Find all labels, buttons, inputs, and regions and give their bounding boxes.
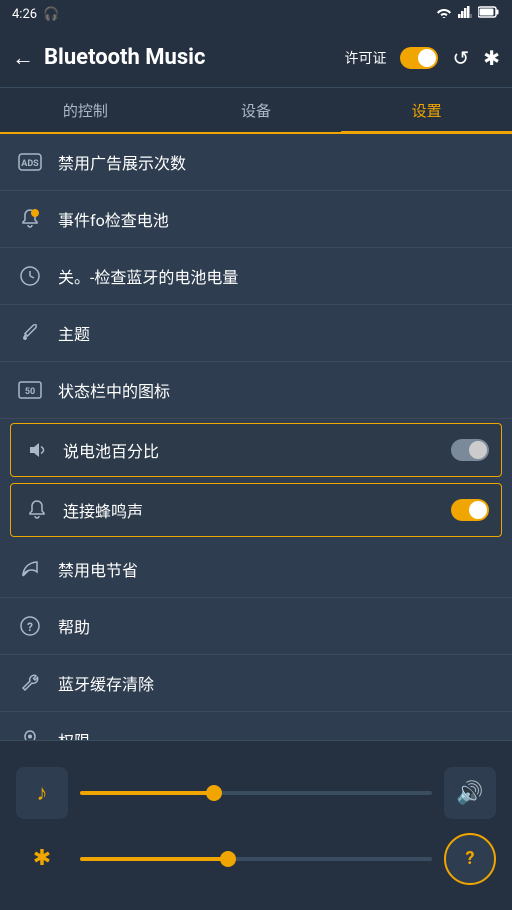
- setting-help-label: 帮助: [58, 614, 496, 638]
- bluetooth-header-icon[interactable]: ✱: [483, 46, 500, 70]
- connectbeep-toggle[interactable]: [451, 499, 489, 521]
- brush-icon: [16, 319, 44, 347]
- music-note-button[interactable]: ♪: [16, 767, 68, 819]
- svg-text:50: 50: [25, 387, 35, 397]
- volume-thumb: [206, 785, 222, 801]
- tab-devices[interactable]: 设备: [171, 100, 342, 134]
- setting-clearcache-label: 蓝牙缓存清除: [58, 671, 496, 695]
- leaf-icon: [16, 555, 44, 583]
- signal-icon: [458, 6, 472, 22]
- setting-clock[interactable]: 关。-检查蓝牙的电池电量: [0, 248, 512, 305]
- setting-connectbeep-label: 连接蜂鸣声: [63, 498, 439, 522]
- setting-savebattery[interactable]: 禁用电节省: [0, 541, 512, 598]
- setting-connectbeep[interactable]: 连接蜂鸣声: [10, 483, 502, 537]
- ads-icon: ADS: [16, 148, 44, 176]
- music-note-icon: ♪: [37, 780, 48, 806]
- setting-permissions[interactable]: 权限: [0, 712, 512, 740]
- volume-row: ♪ 🔊: [16, 767, 496, 819]
- status-time: 4:26: [12, 7, 37, 22]
- tab-controls[interactable]: 的控制: [0, 100, 171, 134]
- setting-saybattery-label: 说电池百分比: [63, 438, 439, 462]
- bluetooth-slider[interactable]: [80, 857, 432, 861]
- volume-slider[interactable]: [80, 791, 432, 795]
- bluetooth-row: ✱ ?: [16, 833, 496, 885]
- bluetooth-thumb: [220, 851, 236, 867]
- permission-toggle[interactable]: [400, 47, 438, 69]
- setting-clock-label: 关。-检查蓝牙的电池电量: [58, 264, 496, 288]
- setting-ads-label: 禁用广告展示次数: [58, 150, 496, 174]
- volume-button[interactable]: 🔊: [444, 767, 496, 819]
- volume-fill: [80, 791, 214, 795]
- setting-event[interactable]: 事件fo检查电池: [0, 191, 512, 248]
- bell2-icon: [23, 496, 51, 524]
- status-bar-icon: 50: [16, 376, 44, 404]
- bell-icon: [16, 205, 44, 233]
- settings-content: ✖ ✱ ADS 禁用广告展示次数 事件fo检查电池 关。-检查蓝牙的电池电量 主…: [0, 134, 512, 740]
- setting-help[interactable]: ? 帮助: [0, 598, 512, 655]
- setting-statusicon-label: 状态栏中的图标: [58, 378, 496, 402]
- tab-bar: 的控制 设备 设置: [0, 88, 512, 134]
- question-player-icon: ?: [466, 848, 475, 869]
- page-title: Bluetooth Music: [44, 45, 334, 70]
- setting-event-label: 事件fo检查电池: [58, 207, 496, 231]
- wifi-icon: [436, 6, 452, 22]
- headphone-icon: 🎧: [43, 7, 59, 22]
- top-bar: ← Bluetooth Music 许可证 ↺ ✱: [0, 28, 512, 88]
- setting-clearcache[interactable]: 蓝牙缓存清除: [0, 655, 512, 712]
- tab-settings[interactable]: 设置: [341, 100, 512, 134]
- permission-label: 许可证: [344, 48, 386, 68]
- setting-savebattery-label: 禁用电节省: [58, 557, 496, 581]
- question-button[interactable]: ?: [444, 833, 496, 885]
- speaker-icon: [23, 436, 51, 464]
- status-bar: 4:26 🎧: [0, 0, 512, 28]
- setting-permissions-label: 权限: [58, 728, 496, 740]
- setting-statusicon[interactable]: 50 状态栏中的图标: [0, 362, 512, 419]
- clock-icon: [16, 262, 44, 290]
- svg-text:?: ?: [27, 620, 33, 634]
- back-button[interactable]: ←: [12, 45, 34, 71]
- volume-icon: 🔊: [456, 780, 483, 806]
- refresh-icon[interactable]: ↺: [452, 46, 469, 70]
- bluetooth-fill: [80, 857, 228, 861]
- question-icon: ?: [16, 612, 44, 640]
- setting-theme-label: 主题: [58, 321, 496, 345]
- wrench-icon: [16, 669, 44, 697]
- battery-icon: [478, 6, 500, 22]
- setting-ads[interactable]: ADS 禁用广告展示次数: [0, 134, 512, 191]
- pin-icon: [16, 726, 44, 740]
- setting-theme[interactable]: 主题: [0, 305, 512, 362]
- bluetooth-player-icon: ✱: [16, 846, 68, 871]
- setting-saybattery[interactable]: 说电池百分比: [10, 423, 502, 477]
- bottom-player: ♪ 🔊 ✱ ?: [0, 740, 512, 910]
- svg-text:ADS: ADS: [21, 159, 39, 169]
- saybattery-toggle[interactable]: [451, 439, 489, 461]
